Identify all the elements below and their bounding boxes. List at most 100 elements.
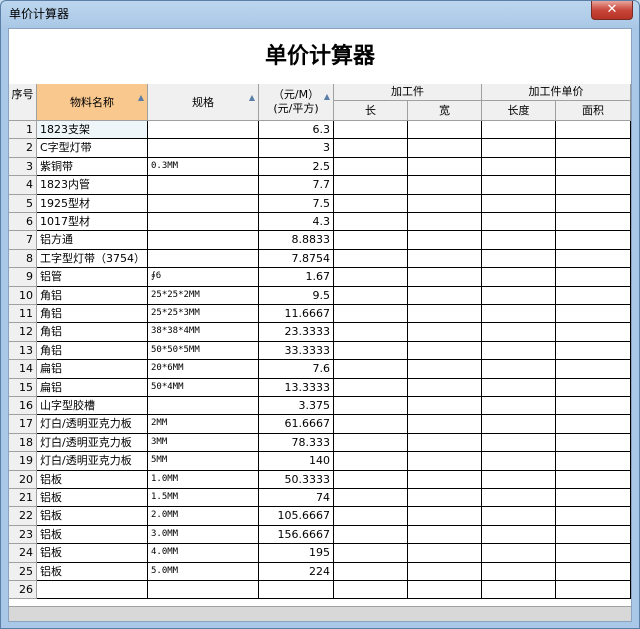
material-name-cell[interactable]: 1823支架 [37, 121, 148, 140]
material-name-cell[interactable]: 铝板 [37, 489, 148, 508]
width-cell[interactable] [408, 525, 482, 545]
length-cell[interactable] [334, 249, 408, 269]
width-cell[interactable] [408, 581, 482, 600]
area-cell[interactable] [556, 268, 631, 287]
length-degree-cell[interactable] [482, 544, 556, 563]
sort-icon[interactable]: ▲ [249, 79, 255, 116]
spec-cell[interactable] [148, 581, 259, 600]
material-name-cell[interactable]: 1823内管 [37, 176, 148, 195]
width-cell[interactable] [408, 286, 482, 305]
area-cell[interactable] [556, 139, 631, 158]
header-workpiece[interactable]: 加工件 [334, 84, 482, 101]
material-name-cell[interactable]: 灯白/透明亚克力板 [37, 415, 148, 434]
width-cell[interactable] [408, 249, 482, 269]
width-cell[interactable] [408, 397, 482, 416]
spec-cell[interactable]: 5.0MM [148, 562, 259, 581]
length-cell[interactable] [334, 525, 408, 545]
spec-cell[interactable]: ∮6 [148, 268, 259, 287]
width-cell[interactable] [408, 433, 482, 453]
length-cell[interactable] [334, 305, 408, 324]
material-name-cell[interactable]: 角铝 [37, 323, 148, 342]
length-degree-cell[interactable] [482, 157, 556, 177]
header-area[interactable]: 面积 [556, 101, 631, 121]
length-degree-cell[interactable] [482, 323, 556, 342]
material-name-cell[interactable]: 灯白/透明亚克力板 [37, 433, 148, 453]
length-cell[interactable] [334, 231, 408, 250]
area-cell[interactable] [556, 286, 631, 305]
length-cell[interactable] [334, 470, 408, 489]
length-cell[interactable] [334, 581, 408, 600]
material-name-cell[interactable]: C字型灯带 [37, 139, 148, 158]
area-cell[interactable] [556, 194, 631, 213]
area-cell[interactable] [556, 489, 631, 508]
length-cell[interactable] [334, 268, 408, 287]
unit-price-cell[interactable]: 61.6667 [259, 415, 334, 434]
area-cell[interactable] [556, 213, 631, 232]
length-cell[interactable] [334, 121, 408, 140]
width-cell[interactable] [408, 415, 482, 434]
width-cell[interactable] [408, 176, 482, 195]
material-name-cell[interactable]: 扁铝 [37, 378, 148, 397]
length-cell[interactable] [334, 397, 408, 416]
length-degree-cell[interactable] [482, 341, 556, 361]
unit-price-cell[interactable]: 74 [259, 489, 334, 508]
width-cell[interactable] [408, 360, 482, 379]
length-cell[interactable] [334, 415, 408, 434]
length-degree-cell[interactable] [482, 121, 556, 140]
unit-price-cell[interactable]: 140 [259, 452, 334, 471]
length-cell[interactable] [334, 360, 408, 379]
length-degree-cell[interactable] [482, 194, 556, 213]
unit-price-cell[interactable]: 195 [259, 544, 334, 563]
material-name-cell[interactable]: 山字型胶槽 [37, 397, 148, 416]
area-cell[interactable] [556, 397, 631, 416]
material-name-cell[interactable]: 工字型灯带（3754） [37, 249, 148, 269]
length-cell[interactable] [334, 286, 408, 305]
width-cell[interactable] [408, 544, 482, 563]
unit-price-cell[interactable]: 156.6667 [259, 525, 334, 545]
material-name-cell[interactable]: 铝方通 [37, 231, 148, 250]
material-name-cell[interactable]: 1017型材 [37, 213, 148, 232]
length-degree-cell[interactable] [482, 525, 556, 545]
header-width[interactable]: 宽 [408, 101, 482, 121]
unit-price-cell[interactable]: 2.5 [259, 157, 334, 177]
length-degree-cell[interactable] [482, 470, 556, 489]
length-degree-cell[interactable] [482, 581, 556, 600]
length-degree-cell[interactable] [482, 452, 556, 471]
width-cell[interactable] [408, 139, 482, 158]
length-degree-cell[interactable] [482, 397, 556, 416]
length-degree-cell[interactable] [482, 562, 556, 581]
spec-cell[interactable] [148, 231, 259, 250]
header-unit-price[interactable]: （元/M） (元/平方) ▲ [259, 84, 334, 121]
area-cell[interactable] [556, 544, 631, 563]
unit-price-cell[interactable]: 224 [259, 562, 334, 581]
unit-price-cell[interactable] [259, 581, 334, 600]
area-cell[interactable] [556, 176, 631, 195]
unit-price-cell[interactable]: 7.6 [259, 360, 334, 379]
length-degree-cell[interactable] [482, 360, 556, 379]
spec-cell[interactable]: 3MM [148, 433, 259, 453]
length-cell[interactable] [334, 452, 408, 471]
material-name-cell[interactable]: 铝管 [37, 268, 148, 287]
length-degree-cell[interactable] [482, 415, 556, 434]
sort-icon[interactable]: ▲ [138, 79, 144, 116]
area-cell[interactable] [556, 378, 631, 397]
area-cell[interactable] [556, 452, 631, 471]
material-name-cell[interactable]: 角铝 [37, 305, 148, 324]
length-cell[interactable] [334, 323, 408, 342]
material-name-cell[interactable]: 铝板 [37, 470, 148, 489]
unit-price-cell[interactable]: 7.5 [259, 194, 334, 213]
unit-price-cell[interactable]: 3 [259, 139, 334, 158]
spec-cell[interactable] [148, 176, 259, 195]
unit-price-cell[interactable]: 9.5 [259, 286, 334, 305]
width-cell[interactable] [408, 341, 482, 361]
material-name-cell[interactable]: 铝板 [37, 525, 148, 545]
header-workpiece-price[interactable]: 加工件单价 [482, 84, 631, 101]
width-cell[interactable] [408, 489, 482, 508]
area-cell[interactable] [556, 157, 631, 177]
header-length-degree[interactable]: 长度 [482, 101, 556, 121]
area-cell[interactable] [556, 415, 631, 434]
unit-price-cell[interactable]: 78.333 [259, 433, 334, 453]
length-degree-cell[interactable] [482, 231, 556, 250]
length-cell[interactable] [334, 562, 408, 581]
width-cell[interactable] [408, 121, 482, 140]
